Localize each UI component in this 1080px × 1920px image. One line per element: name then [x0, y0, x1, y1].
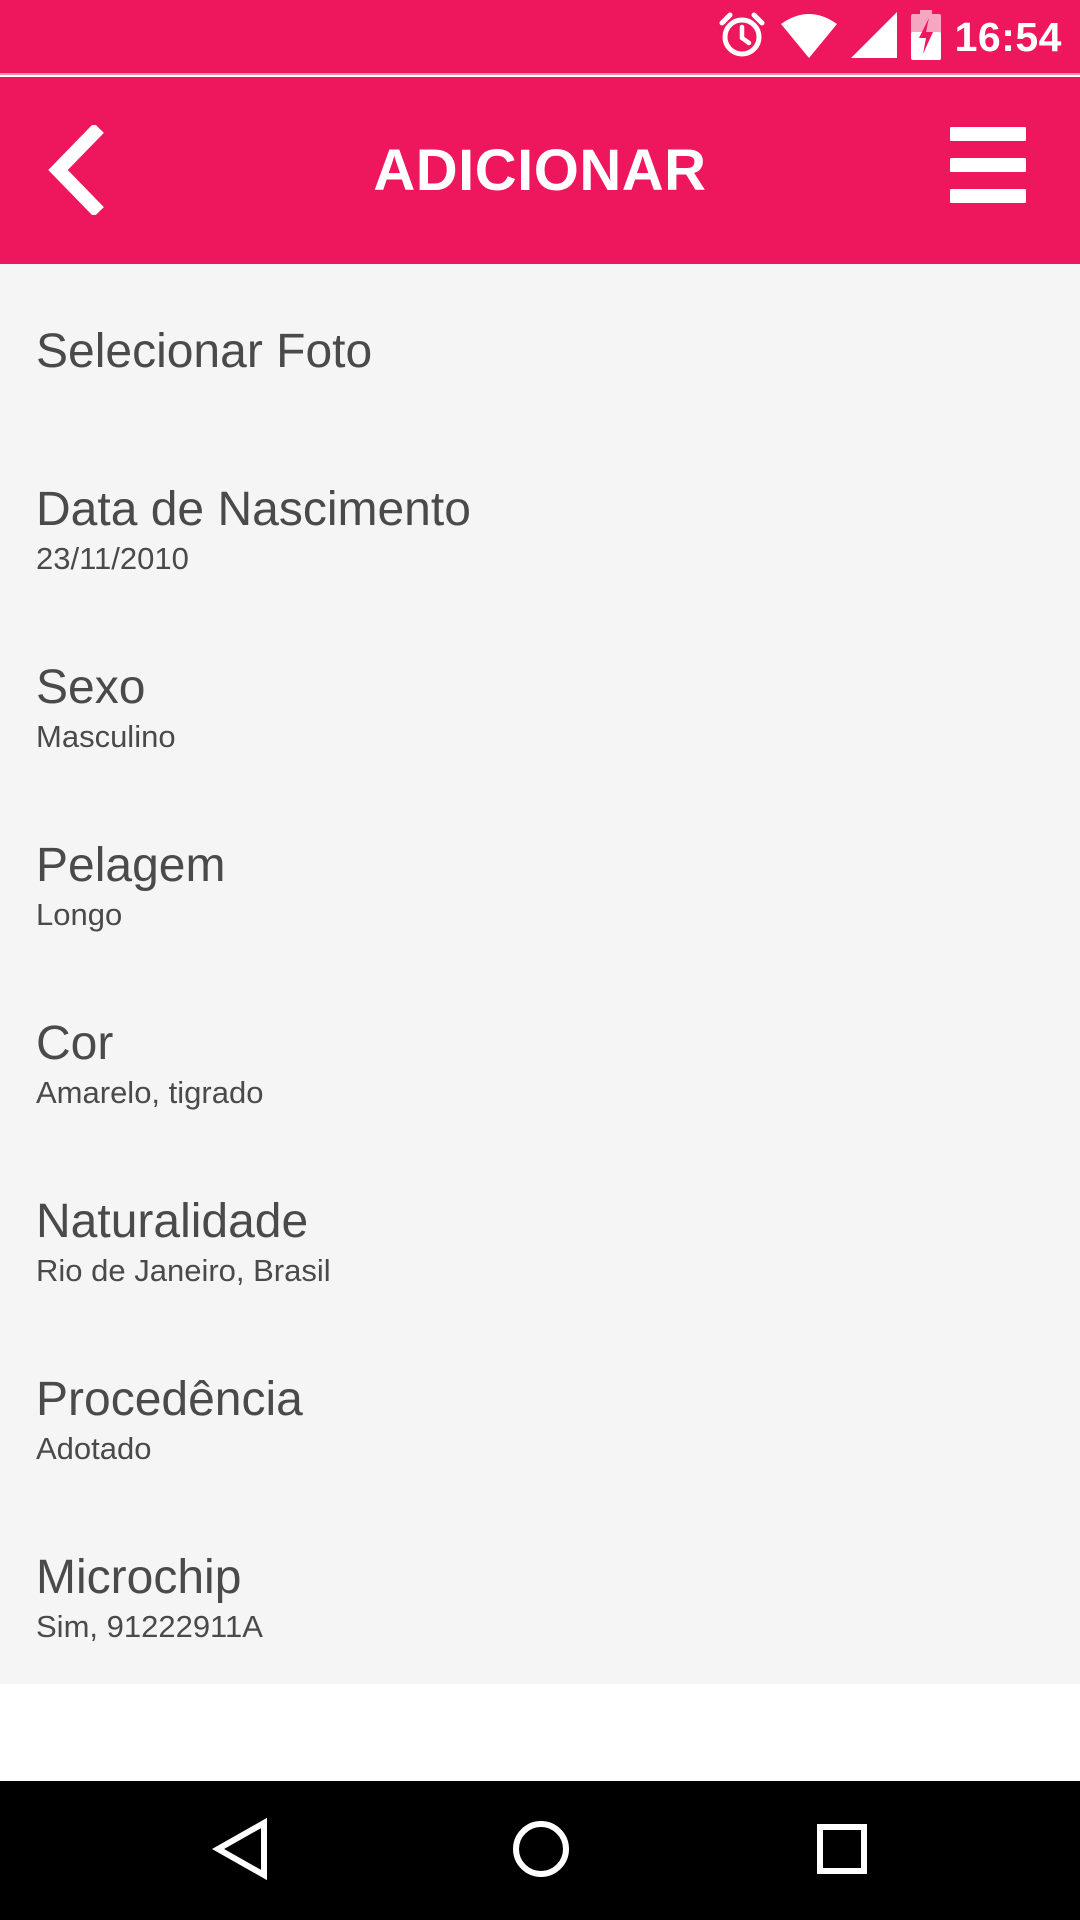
form-content: Selecionar Foto Data de Nascimento 23/11… [0, 264, 1080, 1684]
home-circle-icon [511, 1819, 571, 1884]
nav-home-button[interactable] [491, 1801, 591, 1901]
page-title: ADICIONAR [373, 138, 707, 203]
field-label: Cor [36, 1017, 114, 1070]
nav-recents-button[interactable] [792, 1801, 892, 1901]
app-toolbar: ADICIONAR [0, 77, 1080, 264]
field-value: Sim, 91222911A [36, 1609, 263, 1644]
nav-back-button[interactable] [192, 1801, 292, 1901]
field-label: Naturalidade [36, 1195, 309, 1248]
field-sex[interactable]: Sexo Masculino [36, 660, 1036, 756]
status-bar: 16:54 [0, 0, 1080, 75]
field-birth-date[interactable]: Data de Nascimento 23/11/2010 [36, 482, 1036, 578]
alarm-icon [717, 10, 767, 65]
field-value: Masculino [36, 719, 176, 754]
battery-charging-icon [910, 10, 941, 65]
recents-square-icon [816, 1823, 868, 1880]
status-time: 16:54 [954, 14, 1062, 60]
select-photo-button[interactable]: Selecionar Foto [36, 324, 372, 379]
field-birthplace[interactable]: Naturalidade Rio de Janeiro, Brasil [36, 1194, 1036, 1290]
menu-button[interactable] [950, 127, 1040, 217]
field-origin[interactable]: Procedência Adotado [36, 1372, 1036, 1468]
hamburger-menu-icon [950, 127, 1040, 217]
field-label: Pelagem [36, 839, 226, 892]
field-coat[interactable]: Pelagem Longo [36, 838, 1036, 934]
field-label: Sexo [36, 661, 146, 714]
field-value: Rio de Janeiro, Brasil [36, 1253, 331, 1288]
field-microchip[interactable]: Microchip Sim, 91222911A [36, 1550, 1036, 1646]
field-value: 23/11/2010 [36, 541, 189, 576]
field-color[interactable]: Cor Amarelo, tigrado [36, 1016, 1036, 1112]
wifi-icon [780, 12, 837, 63]
field-label: Microchip [36, 1551, 242, 1604]
system-nav-bar [0, 1781, 1080, 1920]
back-triangle-icon [211, 1817, 272, 1886]
field-value: Adotado [36, 1431, 152, 1466]
signal-icon [850, 12, 897, 63]
field-value: Longo [36, 897, 123, 932]
field-label: Data de Nascimento [36, 483, 471, 536]
field-value: Amarelo, tigrado [36, 1075, 264, 1110]
status-icons: 16:54 [717, 0, 1062, 75]
field-label: Procedência [36, 1373, 303, 1426]
